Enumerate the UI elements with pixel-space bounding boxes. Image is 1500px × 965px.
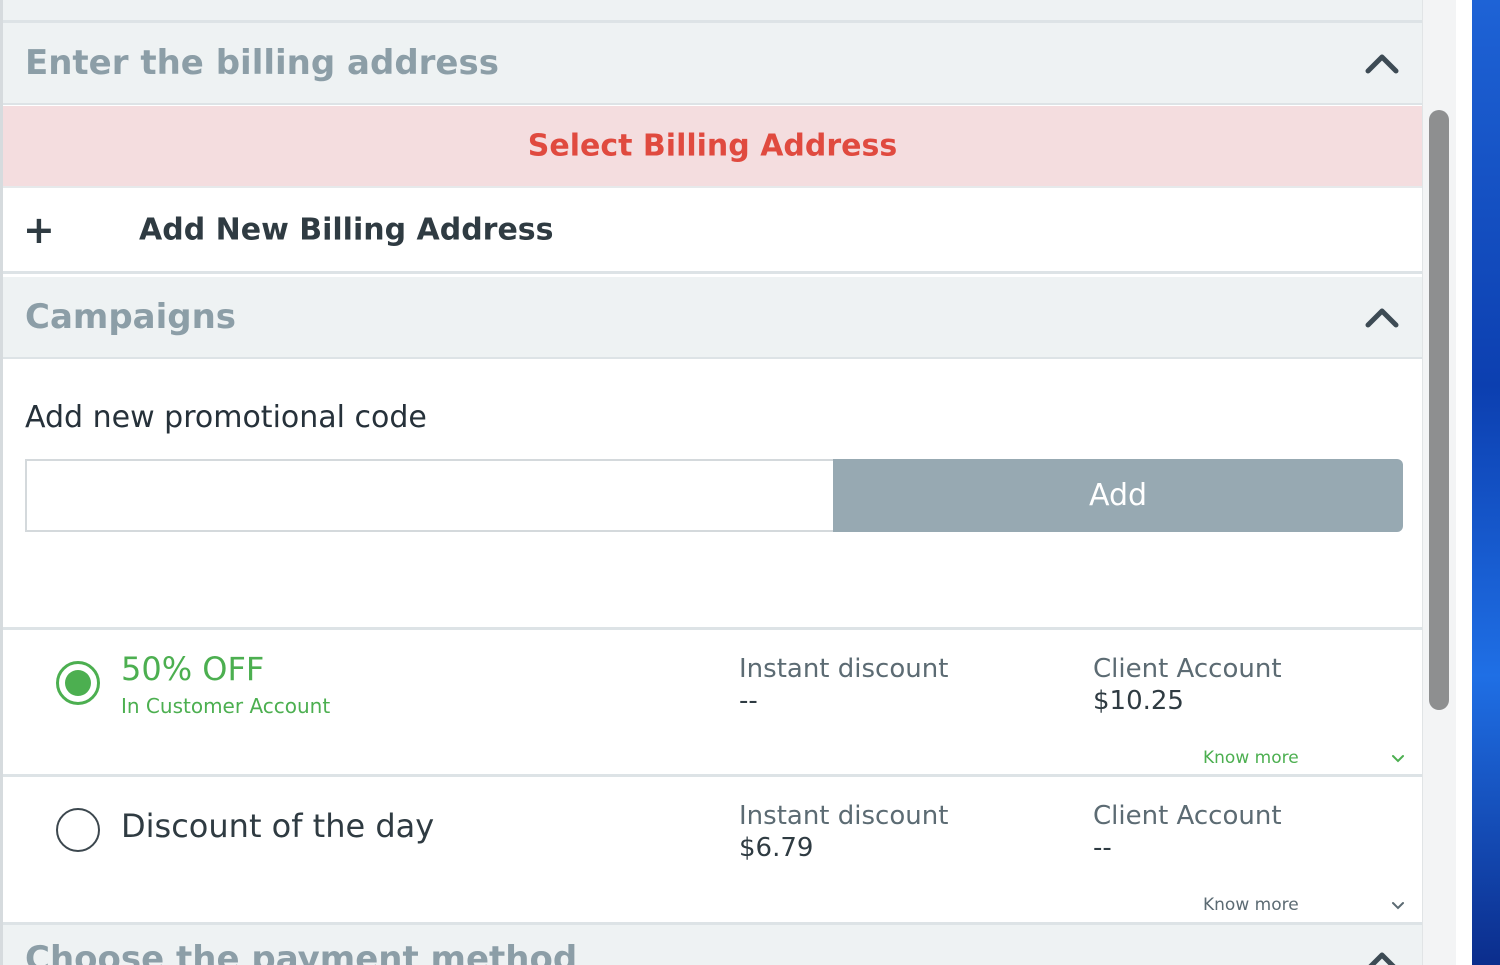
campaign-radio-selected[interactable] xyxy=(56,661,100,705)
payment-section-title: Choose the payment method xyxy=(25,939,578,965)
promo-code-label: Add new promotional code xyxy=(25,400,427,435)
know-more-link[interactable]: Know more xyxy=(1203,748,1299,768)
instant-discount-value: -- xyxy=(739,686,758,716)
campaign-subtitle: In Customer Account xyxy=(121,694,331,718)
promo-code-input[interactable] xyxy=(25,459,833,532)
client-account-value: -- xyxy=(1093,833,1112,863)
chevron-up-icon[interactable] xyxy=(1364,305,1400,329)
billing-alert-text: Select Billing Address xyxy=(527,128,898,164)
billing-alert: Select Billing Address xyxy=(3,106,1422,188)
campaign-name: Discount of the day xyxy=(121,807,435,845)
checkout-panel: Enter the billing address Select Billing… xyxy=(0,0,1422,965)
client-account-value: $10.25 xyxy=(1093,686,1184,716)
add-promo-button[interactable]: Add xyxy=(833,459,1403,532)
vertical-scrollbar[interactable] xyxy=(1422,0,1457,965)
scrollbar-thumb[interactable] xyxy=(1429,110,1449,710)
instant-discount-value: $6.79 xyxy=(739,833,814,863)
instant-discount-label: Instant discount xyxy=(739,801,949,831)
campaigns-section-title: Campaigns xyxy=(25,297,237,337)
campaign-item[interactable]: Discount of the day Instant discount $6.… xyxy=(3,774,1422,921)
add-billing-address-label: Add New Billing Address xyxy=(139,212,554,247)
chevron-down-icon[interactable] xyxy=(1391,901,1405,911)
know-more-link[interactable]: Know more xyxy=(1203,895,1299,915)
add-billing-address-row[interactable]: + Add New Billing Address xyxy=(3,188,1422,274)
campaigns-section-header[interactable]: Campaigns xyxy=(3,277,1422,359)
campaign-item[interactable]: 50% OFF In Customer Account Instant disc… xyxy=(3,627,1422,774)
client-account-label: Client Account xyxy=(1093,801,1282,831)
campaign-name: 50% OFF xyxy=(121,650,265,688)
previous-section-edge xyxy=(3,0,1422,23)
plus-icon: + xyxy=(23,207,55,252)
billing-section-header[interactable]: Enter the billing address xyxy=(3,23,1422,105)
campaign-radio[interactable] xyxy=(56,808,100,852)
payment-section-header[interactable]: Choose the payment method xyxy=(3,922,1422,965)
client-account-label: Client Account xyxy=(1093,654,1282,684)
billing-section-title: Enter the billing address xyxy=(25,43,499,83)
chevron-up-icon[interactable] xyxy=(1364,949,1400,965)
chevron-down-icon[interactable] xyxy=(1391,754,1405,764)
instant-discount-label: Instant discount xyxy=(739,654,949,684)
desktop-background xyxy=(1456,0,1500,965)
chevron-up-icon[interactable] xyxy=(1364,51,1400,75)
